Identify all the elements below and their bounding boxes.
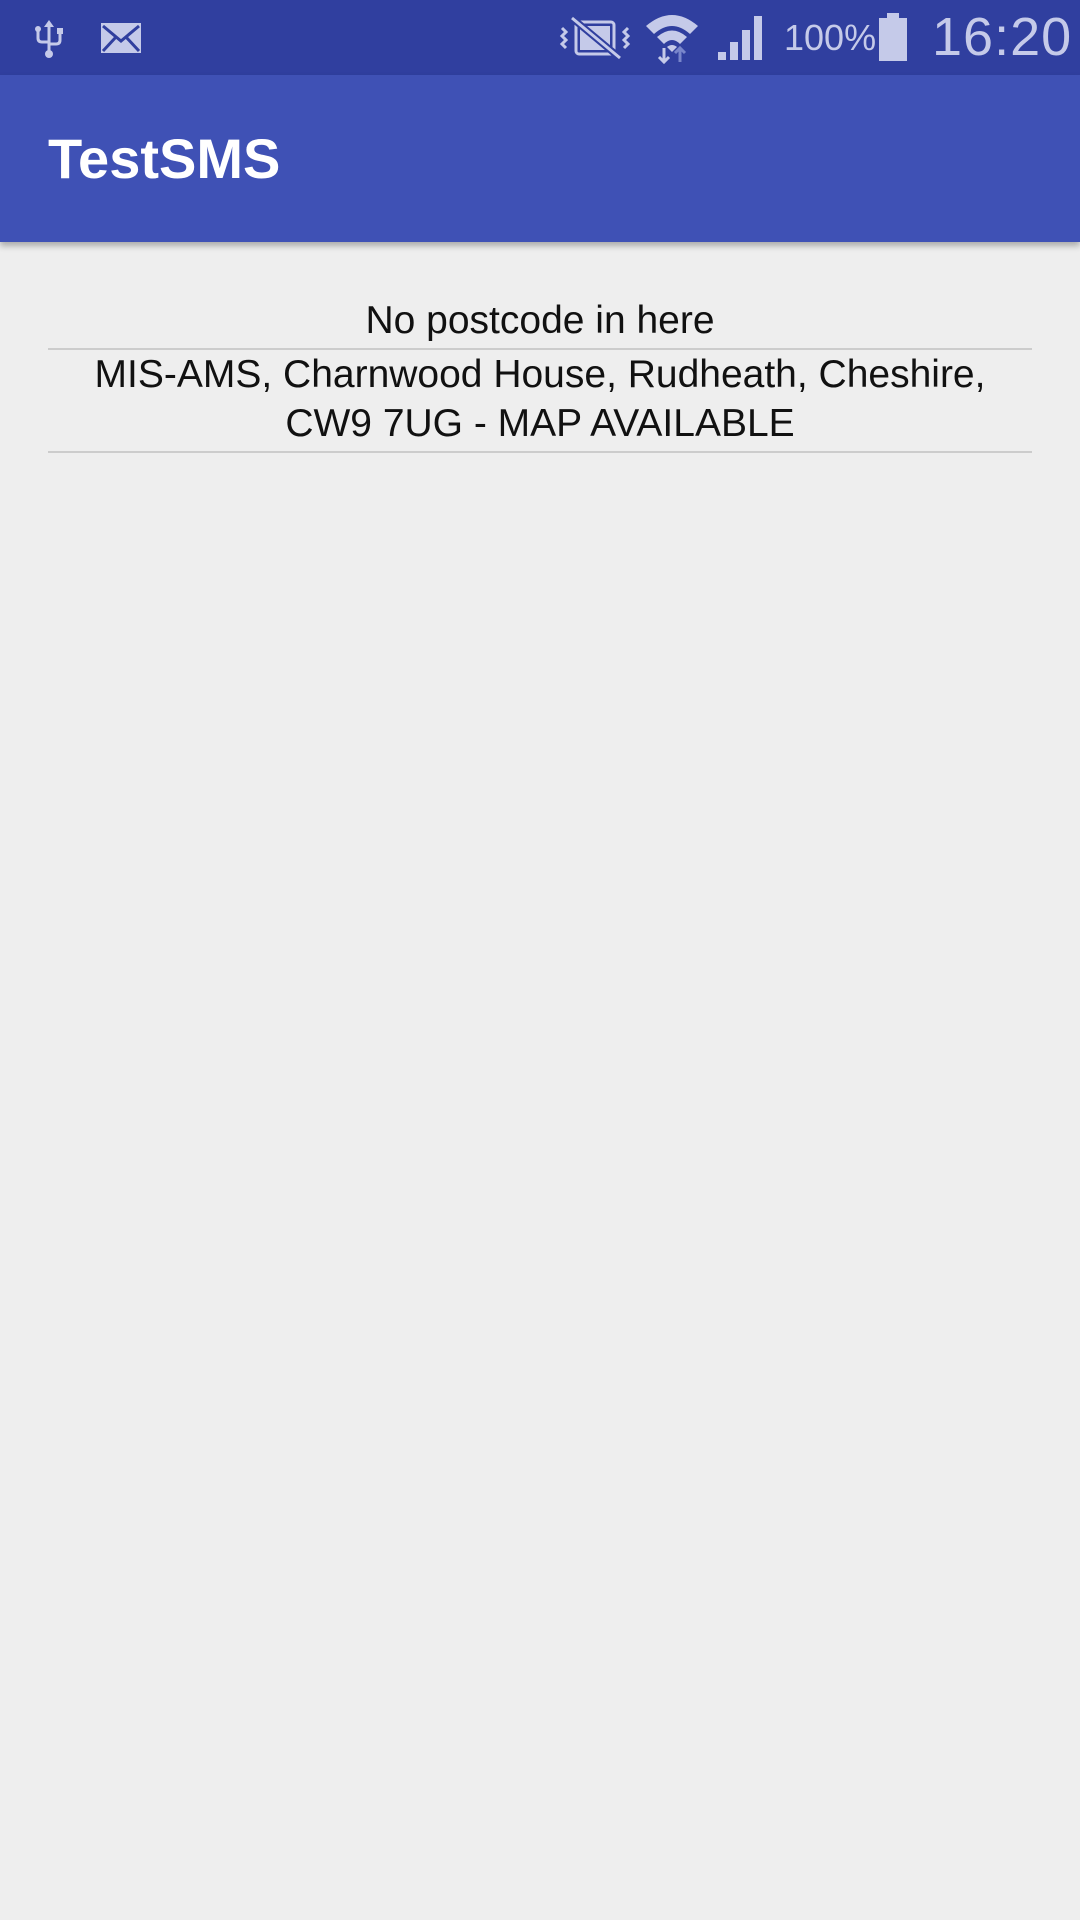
clock: 16:20	[932, 7, 1073, 67]
app-bar: TestSMS	[0, 75, 1080, 242]
battery-percentage: 100%	[784, 17, 877, 58]
message-list: No postcode in here MIS-AMS, Charnwood H…	[48, 296, 1032, 453]
battery-icon	[879, 13, 907, 61]
app-title: TestSMS	[48, 127, 281, 190]
mail-icon	[101, 23, 141, 53]
list-item[interactable]: No postcode in here	[48, 296, 1032, 350]
message-text: No postcode in here	[365, 299, 715, 342]
wifi-icon	[646, 15, 698, 64]
usb-icon	[35, 20, 63, 58]
signal-icon	[718, 16, 762, 60]
vibrate-icon	[559, 16, 631, 60]
status-bar: 100% 16:20	[0, 0, 1080, 75]
message-text: MIS-AMS, Charnwood House, Rudheath, Ches…	[94, 353, 986, 445]
list-item[interactable]: MIS-AMS, Charnwood House, Rudheath, Ches…	[48, 350, 1032, 453]
